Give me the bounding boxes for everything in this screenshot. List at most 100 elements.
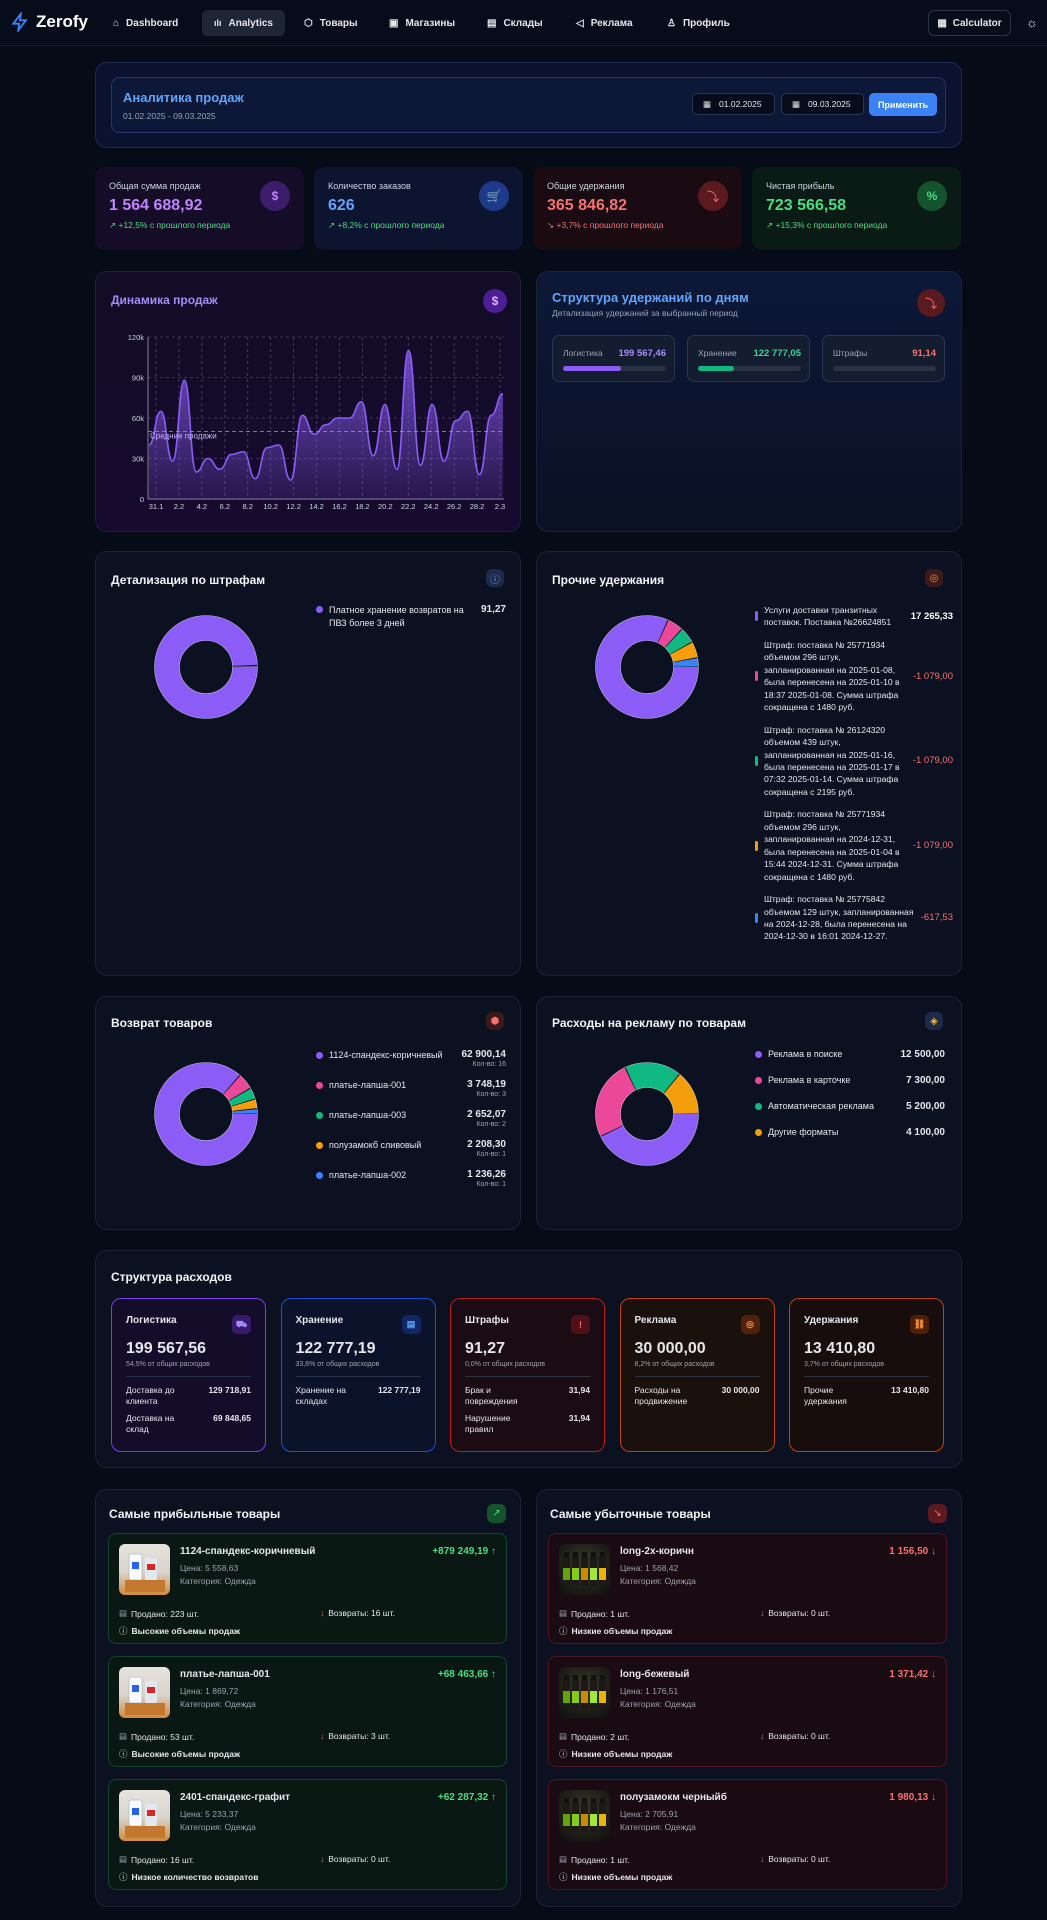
legend-values: 2 208,30 Кол-во: 1 <box>467 1139 506 1158</box>
expense-row-value: 69 848,65 <box>213 1412 251 1423</box>
legend-label: Реклама в поиске <box>768 1049 843 1059</box>
product-card[interactable]: 2401-спандекс-графит Цена: 5 233,37 Катего… <box>108 1779 507 1890</box>
product-amount-value: +62 287,32 <box>437 1792 489 1803</box>
header-panel: Аналитика продаж 01.02.2025 - 09.03.2025… <box>95 62 962 148</box>
product-note-text: Низкие объемы продаж <box>571 1749 673 1759</box>
expense-row-label: Расходы на продвижение <box>634 1385 688 1407</box>
donut-hole-outline <box>179 1087 233 1141</box>
document-icon: ▤ <box>119 1731 128 1741</box>
kpi-trend: +8,2% с прошлого периода <box>337 220 445 230</box>
calendar-icon: ▦ <box>792 98 801 109</box>
nav-products[interactable]: ⬡ Товары <box>292 10 370 36</box>
product-note: ⓘ Низкое количество возвратов <box>119 1871 258 1883</box>
legend-item: платье-лапша-003 2 652,07 Кол-во: 2 <box>316 1109 506 1128</box>
nav-stores[interactable]: ▣ Магазины <box>377 10 467 36</box>
legend-item: Реклама в поиске 12 500,00 <box>755 1049 945 1060</box>
info-icon: ⓘ <box>119 1626 128 1636</box>
sales-dynamics-panel: Динамика продаж $ 0 30k 60k 90k 120k 31.1 2.2 4… <box>95 271 521 532</box>
x-tick-label: 14.2 <box>309 502 324 511</box>
divider <box>634 1376 760 1377</box>
product-image <box>563 1552 606 1586</box>
nav-dashboard[interactable]: ⌂ Dashboard <box>101 10 190 36</box>
product-amount-value: 1 980,13 <box>889 1792 929 1803</box>
expense-row-label: Брак и повреждения <box>465 1385 518 1407</box>
deduction-value: 91,14 <box>912 348 936 359</box>
legend-item: Штраф: поставка № 26124320 объемом 439 ш… <box>755 724 953 799</box>
document-icon: ▤ <box>119 1854 128 1864</box>
fines-slice <box>154 615 258 719</box>
legend-value: 2 652,07 <box>467 1109 506 1120</box>
deductions-subtitle: Детализация удержаний за выбранный перио… <box>552 308 738 318</box>
product-returns: ↓ Возвраты: 0 шт. <box>320 1854 390 1864</box>
legend-value: 12 500,00 <box>900 1049 946 1060</box>
product-sold-value: Продано: 16 шт. <box>131 1854 195 1865</box>
legend-dot <box>755 1077 762 1084</box>
product-price: Цена: 2 705,91 <box>620 1809 679 1819</box>
arrow-down-icon: ↓ <box>320 1854 325 1864</box>
product-note: ⓘ Низкие объемы продаж <box>559 1625 672 1637</box>
document-icon: ▤ <box>119 1608 128 1618</box>
y-tick-label: 90k <box>132 374 144 383</box>
nav-label: Склады <box>503 17 543 29</box>
deduction-value: 199 567,46 <box>618 348 666 359</box>
product-card[interactable]: полузамокм черныйб Цена: 2 705,91 Категори… <box>548 1779 947 1890</box>
other-deductions-donut-chart <box>595 615 699 719</box>
product-card[interactable]: long-2x-коричн Цена: 1 568,42 Категория: О… <box>548 1533 947 1644</box>
kpi-trend: +3,7% с прошлого периода <box>556 220 664 230</box>
sun-icon[interactable]: ☼ <box>1026 15 1038 30</box>
dollar-icon: $ <box>483 289 507 313</box>
divider <box>465 1376 590 1377</box>
user-icon: ♙ <box>667 17 676 29</box>
product-sold: ▤ Продано: 2 шт. <box>559 1731 629 1742</box>
nav-warehouses[interactable]: ▤ Склады <box>475 10 555 36</box>
expense-row-value: 31,94 <box>568 1385 590 1395</box>
legend-value: -1 079,00 <box>912 840 953 852</box>
product-price: Цена: 1 869,72 <box>180 1686 239 1696</box>
fines-donut-chart <box>154 615 258 719</box>
deduction-progress-track <box>833 366 936 371</box>
x-tick-label: 8.2 <box>243 502 253 511</box>
product-amount: +879 249,19 ↑ <box>432 1546 496 1557</box>
product-name: 2401-спандекс-графит <box>180 1792 291 1803</box>
product-card[interactable]: long-бежевый Цена: 1 176,51 Категория: Оде… <box>548 1656 947 1767</box>
kpi-orders: Количество заказов 626 ↗ +8,2% с прошлог… <box>314 167 523 250</box>
date-range: 01.02.2025 - 09.03.2025 <box>123 111 216 121</box>
nav-profile[interactable]: ♙ Профиль <box>655 10 742 36</box>
legend-bar <box>755 611 758 622</box>
legend-item: Реклама в карточке 7 300,00 <box>755 1075 945 1086</box>
legend-dot <box>755 1103 762 1110</box>
expense-row: Брак и повреждения 31,94 <box>465 1385 590 1408</box>
date-to-input[interactable]: ▦ 09.03.2025 <box>781 93 864 115</box>
expense-row-label: Прочие удержания <box>804 1385 847 1407</box>
product-card[interactable]: платье-лапша-001 Цена: 1 869,72 Категория:… <box>108 1656 507 1767</box>
product-note: ⓘ Низкие объемы продаж <box>559 1748 672 1760</box>
legend-value: -1 079,00 <box>912 670 953 682</box>
product-returns-value: Возвраты: 0 шт. <box>768 1731 831 1741</box>
calculator-button[interactable]: ▦ Calculator <box>928 10 1011 36</box>
nav-analytics[interactable]: ılı Analytics <box>202 10 285 36</box>
legend-label: полузамокб сливовый <box>329 1140 422 1150</box>
date-from-input[interactable]: ▦ 01.02.2025 <box>692 93 775 115</box>
expense-card: Удержания ⛓ 13 410,80 3,7% от общих расходо… <box>789 1298 944 1452</box>
fines-panel: Детализация по штрафам ⓘ Платное хранени… <box>95 551 521 976</box>
legend-values: 2 652,07 Кол-во: 2 <box>467 1109 506 1128</box>
product-name: полузамокм черныйб <box>620 1792 727 1803</box>
x-tick-label: 4.2 <box>197 502 207 511</box>
apply-button[interactable]: Применить <box>869 93 937 116</box>
product-category: Категория: Одежда <box>180 1576 256 1586</box>
product-sold: ▤ Продано: 53 шт. <box>119 1731 194 1742</box>
trending-down-icon: ⤵ <box>698 181 728 211</box>
product-thumbnail <box>119 1667 170 1718</box>
nav-label: Товары <box>319 17 358 29</box>
product-thumbnail <box>119 1790 170 1841</box>
nav-ads[interactable]: ◁ Реклама <box>564 10 645 36</box>
expense-card-value: 199 567,56 <box>126 1340 207 1357</box>
product-card[interactable]: 1124-спандекс-коричневый Цена: 5 558,63 Ка… <box>108 1533 507 1644</box>
logo[interactable]: Zerofy <box>10 12 88 32</box>
legend-count: Кол-во: 2 <box>476 1121 506 1128</box>
legend-item: Другие форматы 4 100,00 <box>755 1127 945 1138</box>
trending-down-icon: ↘ <box>928 1504 947 1523</box>
date-to-value: 09.03.2025 <box>808 99 851 109</box>
ads-title: Расходы на рекламу по товарам <box>552 1016 746 1030</box>
legend-item: 1124-спандекс-коричневый 62 900,14 Кол-во:… <box>316 1049 506 1068</box>
